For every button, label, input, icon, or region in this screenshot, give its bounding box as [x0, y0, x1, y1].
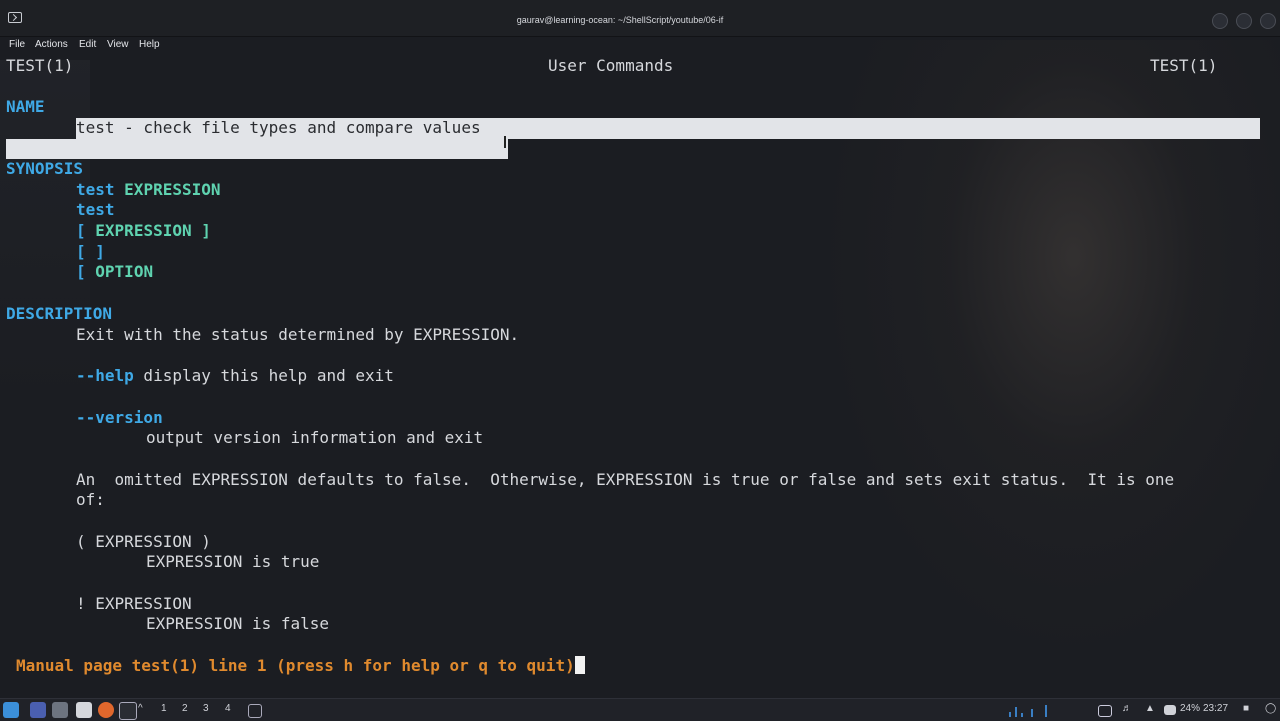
close-button[interactable]: [1260, 13, 1276, 29]
maximize-button[interactable]: [1236, 13, 1252, 29]
menu-edit[interactable]: Edit: [79, 39, 96, 50]
menubar: File Actions Edit View Help: [0, 37, 1280, 53]
menu-help[interactable]: Help: [139, 39, 160, 50]
expression-item-desc: EXPRESSION is false: [146, 614, 330, 633]
name-description: test - check file types and compare valu…: [76, 118, 481, 137]
man-header-center: User Commands: [548, 56, 674, 75]
firefox-icon[interactable]: [98, 702, 114, 718]
mouse-cursor-icon: [504, 136, 506, 148]
window-title: gaurav@learning-ocean: ~/ShellScript/you…: [516, 15, 724, 25]
volume-icon[interactable]: ♬: [1122, 703, 1132, 714]
workspace-1[interactable]: 1: [161, 703, 167, 714]
pager-status-line: Manual page test(1) line 1 (press h for …: [16, 656, 585, 675]
text-editor-icon[interactable]: [76, 702, 92, 718]
menu-view[interactable]: View: [107, 39, 129, 50]
menu-actions[interactable]: Actions: [35, 39, 68, 50]
text-cursor: [574, 656, 585, 674]
terminal-content[interactable]: TEST(1) User Commands TEST(1) NAME test …: [0, 54, 1280, 686]
expression-item: ( EXPRESSION ): [76, 532, 211, 551]
man-header-left: TEST(1): [6, 56, 74, 75]
battery-icon[interactable]: [1164, 705, 1176, 715]
taskbar: ^ 1 2 3 4 ♬ ▲ 24% 23:27 ■ ◯: [0, 698, 1280, 721]
section-description-heading: DESCRIPTION: [6, 304, 112, 323]
terminal-launcher-icon[interactable]: [119, 702, 137, 720]
synopsis-line: test EXPRESSION: [76, 180, 221, 199]
screen-icon[interactable]: [1098, 705, 1112, 717]
lock-icon[interactable]: ■: [1243, 703, 1249, 714]
notification-bell-icon[interactable]: ▲: [1145, 703, 1155, 714]
section-synopsis-heading: SYNOPSIS: [6, 159, 84, 178]
cpu-usage-graph: [1009, 705, 1047, 717]
window-titlebar[interactable]: gaurav@learning-ocean: ~/ShellScript/you…: [0, 0, 1280, 37]
menu-file[interactable]: File: [9, 39, 25, 50]
workspace-3[interactable]: 3: [203, 703, 209, 714]
description-paragraph: An omitted EXPRESSION defaults to false.…: [76, 470, 1175, 489]
option-version: --version: [76, 408, 163, 427]
man-header-right: TEST(1): [1150, 56, 1218, 75]
workspace-4[interactable]: 4: [225, 703, 231, 714]
minimize-button[interactable]: [1212, 13, 1228, 29]
description-text: Exit with the status determined by EXPRE…: [76, 325, 520, 344]
option-help: --help display this help and exit: [76, 366, 394, 385]
section-name-heading: NAME: [6, 97, 45, 116]
expression-item-desc: EXPRESSION is true: [146, 552, 320, 571]
battery-percent: 24%: [1180, 703, 1201, 714]
chevron-up-icon[interactable]: ^: [138, 703, 143, 714]
power-icon[interactable]: ◯: [1265, 703, 1276, 714]
workspace-2[interactable]: 2: [182, 703, 188, 714]
option-version-desc: output version information and exit: [146, 428, 484, 447]
synopsis-line: [ EXPRESSION ]: [76, 221, 211, 240]
terminal-task-icon[interactable]: [248, 704, 262, 718]
synopsis-line: test: [76, 200, 115, 219]
show-desktop-icon[interactable]: [30, 702, 46, 718]
synopsis-line: [ ]: [76, 242, 105, 261]
app-menu-icon[interactable]: [3, 702, 19, 718]
clock[interactable]: 23:27: [1203, 703, 1228, 714]
file-manager-icon[interactable]: [52, 702, 68, 718]
description-paragraph-cont: of:: [76, 490, 105, 509]
synopsis-line: [ OPTION: [76, 262, 154, 281]
text-selection-continued: [6, 139, 508, 159]
expression-item: ! EXPRESSION: [76, 594, 192, 613]
